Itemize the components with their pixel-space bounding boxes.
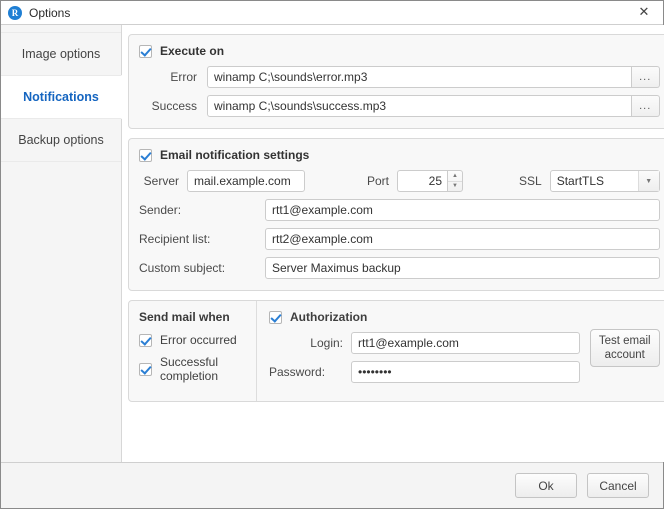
execute-on-group: Execute on Error winamp C;\sounds\error.… <box>128 34 664 129</box>
recipient-row: Recipient list: rtt2@example.com <box>139 228 660 250</box>
email-settings-header: Email notification settings <box>139 148 660 162</box>
execute-on-title: Execute on <box>160 44 225 58</box>
sender-label: Sender: <box>139 203 182 217</box>
error-browse-button[interactable]: ... <box>631 66 660 88</box>
send-mail-when-title: Send mail when <box>139 310 230 324</box>
successful-completion-option[interactable]: Successful completion <box>139 355 246 383</box>
login-input[interactable]: rtt1@example.com <box>351 332 580 354</box>
authorization-checkbox[interactable] <box>269 310 282 324</box>
sidebar-item-backup-options[interactable]: Backup options <box>1 118 121 162</box>
sidebar-item-label: Image options <box>21 47 101 61</box>
subject-row: Custom subject: Server Maximus backup <box>139 257 660 279</box>
sidebar-item-notifications[interactable]: Notifications <box>1 75 122 119</box>
error-label: Error <box>170 70 197 84</box>
authorization-fields: Authorization Login: rtt1@example.com Pa… <box>269 310 580 391</box>
port-spin-buttons[interactable]: ▲ ▼ <box>447 170 464 192</box>
options-dialog: R Options ✕ Image options Notifications … <box>0 0 664 509</box>
execute-on-checkbox[interactable] <box>139 44 152 58</box>
authorization-title: Authorization <box>290 310 368 324</box>
error-occurred-label: Error occurred <box>160 333 237 347</box>
email-settings-title: Email notification settings <box>160 148 310 162</box>
ssl-selected-value: StartTLS <box>556 174 605 188</box>
login-label: Login: <box>310 336 343 350</box>
ssl-label: SSL <box>519 174 542 188</box>
success-label: Success <box>151 99 197 113</box>
recipient-label: Recipient list: <box>139 232 211 246</box>
port-stepper[interactable]: 25 ▲ ▼ <box>397 170 464 192</box>
dialog-footer: Ok Cancel <box>1 462 663 508</box>
execute-on-header: Execute on <box>139 44 660 58</box>
port-decrement-icon[interactable]: ▼ <box>448 182 462 192</box>
subject-input[interactable]: Server Maximus backup <box>265 257 660 279</box>
port-input[interactable]: 25 <box>397 170 448 192</box>
title-bar: R Options ✕ <box>1 1 663 24</box>
server-input[interactable]: mail.example.com <box>187 170 305 192</box>
close-icon[interactable]: ✕ <box>625 1 663 24</box>
sidebar-item-image-options[interactable]: Image options <box>1 32 121 76</box>
success-command-row: Success winamp C;\sounds\success.mp3 ... <box>139 95 660 117</box>
successful-completion-checkbox[interactable] <box>139 362 152 376</box>
login-row: Login: rtt1@example.com <box>269 332 580 354</box>
recipient-input[interactable]: rtt2@example.com <box>265 228 660 250</box>
error-occurred-option[interactable]: Error occurred <box>139 333 246 347</box>
window-title: Options <box>29 5 71 20</box>
ok-button[interactable]: Ok <box>515 473 577 498</box>
cancel-button[interactable]: Cancel <box>587 473 649 498</box>
email-settings-checkbox[interactable] <box>139 148 152 162</box>
password-label: Password: <box>269 365 326 379</box>
success-command-input[interactable]: winamp C;\sounds\success.mp3 <box>207 95 632 117</box>
subject-label: Custom subject: <box>139 261 226 275</box>
authorization-option[interactable]: Authorization <box>269 310 580 324</box>
test-button-line1: Test email <box>598 334 651 347</box>
port-increment-icon[interactable]: ▲ <box>448 171 463 182</box>
ssl-select[interactable]: StartTLS ▼ <box>549 170 660 192</box>
server-label: Server <box>143 174 179 188</box>
sidebar: Image options Notifications Backup optio… <box>1 25 122 462</box>
success-browse-button[interactable]: ... <box>631 95 660 117</box>
app-logo-icon: R <box>8 5 22 20</box>
mail-conditions-group: Send mail when Error occurred Successful… <box>128 300 664 402</box>
dialog-body: Image options Notifications Backup optio… <box>1 24 664 462</box>
sidebar-item-label: Backup options <box>18 133 104 147</box>
error-command-input[interactable]: winamp C;\sounds\error.mp3 <box>207 66 632 88</box>
error-occurred-checkbox[interactable] <box>139 333 152 347</box>
test-button-line2: account <box>604 349 645 361</box>
password-input[interactable]: •••••••• <box>351 361 580 383</box>
successful-completion-label: Successful completion <box>160 355 219 383</box>
sender-input[interactable]: rtt1@example.com <box>265 199 660 221</box>
send-mail-when-section: Send mail when Error occurred Successful… <box>129 301 257 401</box>
port-label: Port <box>367 174 390 188</box>
error-command-row: Error winamp C;\sounds\error.mp3 ... <box>139 66 660 88</box>
test-email-account-button[interactable]: Test email account <box>589 329 660 367</box>
chevron-down-icon[interactable]: ▼ <box>637 171 659 191</box>
server-row: Server mail.example.com Port 25 ▲ ▼ SSL … <box>139 170 660 192</box>
password-row: Password: •••••••• <box>269 361 580 383</box>
notifications-panel: Execute on Error winamp C;\sounds\error.… <box>122 25 664 462</box>
sender-row: Sender: rtt1@example.com <box>139 199 660 221</box>
sidebar-item-label: Notifications <box>23 90 99 104</box>
authorization-section: Authorization Login: rtt1@example.com Pa… <box>257 301 664 401</box>
email-settings-group: Email notification settings Server mail.… <box>128 138 664 291</box>
